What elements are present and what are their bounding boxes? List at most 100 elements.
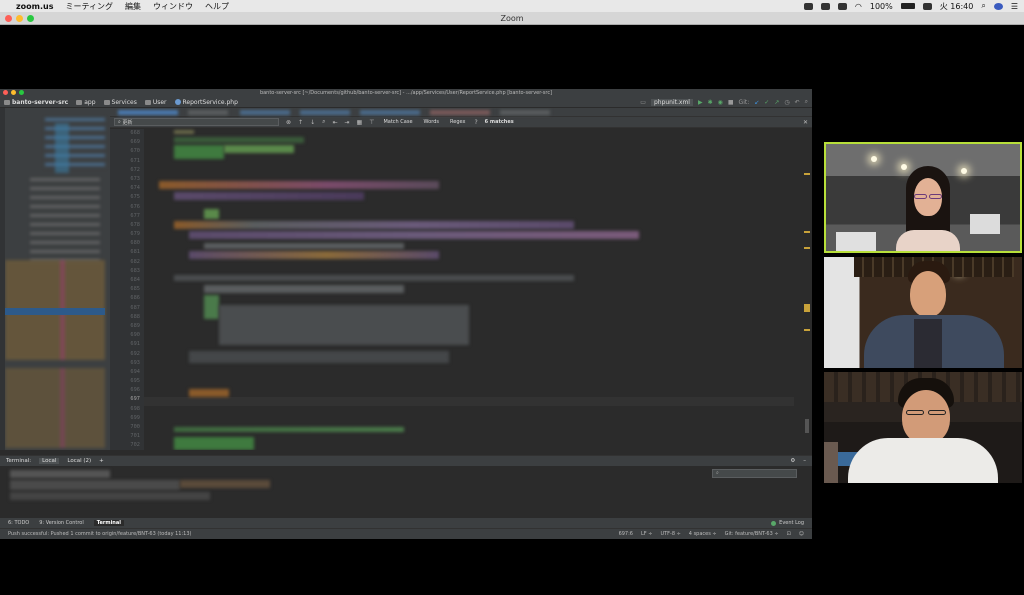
line-number[interactable]: 691 — [110, 340, 144, 349]
close-window-button[interactable] — [5, 15, 12, 22]
line-number[interactable]: 670 — [110, 147, 144, 156]
layout-icon[interactable]: ▭ — [640, 99, 646, 106]
left-tool-stripe[interactable] — [0, 108, 5, 450]
line-number[interactable]: 672 — [110, 166, 144, 175]
line-number[interactable]: 702 — [110, 441, 144, 450]
filter-icon[interactable]: ⊤ — [369, 119, 374, 126]
terminal-hide-icon[interactable]: – — [803, 458, 806, 464]
caret-position[interactable]: 697:6 — [619, 531, 633, 537]
git-push-icon[interactable]: ↗ — [774, 99, 779, 106]
git-rollback-icon[interactable]: ↶ — [795, 99, 800, 106]
line-number[interactable]: 684 — [110, 276, 144, 285]
wifi-icon[interactable]: ◠ — [855, 2, 862, 11]
find-all-icon[interactable]: ⌕ — [322, 118, 325, 126]
breadcrumb-services[interactable]: Services — [103, 99, 137, 106]
stop-icon[interactable]: ■ — [728, 99, 734, 106]
editor-tab[interactable] — [360, 110, 420, 115]
menu-meeting[interactable]: ミーティング — [65, 1, 113, 12]
error-stripe-mark[interactable] — [804, 304, 810, 312]
debug-icon[interactable]: ✱ — [708, 99, 713, 106]
error-stripe-mark[interactable] — [804, 329, 810, 331]
ide-close-button[interactable] — [3, 90, 8, 95]
todo-tool-button[interactable]: 6: TODO — [8, 520, 29, 526]
line-number[interactable]: 678 — [110, 221, 144, 230]
editor-tab[interactable] — [430, 110, 490, 115]
line-number[interactable]: 695 — [110, 377, 144, 386]
line-number[interactable]: 693 — [110, 359, 144, 368]
breadcrumb-file[interactable]: ReportService.php — [174, 99, 238, 106]
menu-window[interactable]: ウィンドウ — [153, 1, 193, 12]
regex-help-icon[interactable]: ? — [474, 119, 477, 126]
terminal-panel[interactable]: Terminal: Local Local (2) + ⚙ – ⌕ — [0, 455, 812, 516]
breadcrumb-project[interactable]: banto-server-src — [4, 99, 68, 106]
next-occurrence-icon[interactable]: ↓ — [310, 119, 315, 126]
editor-tab-bar[interactable] — [110, 108, 812, 117]
terminal-tab-local-2[interactable]: Local (2) — [67, 458, 91, 464]
clear-search-icon[interactable]: ⊗ — [286, 119, 291, 126]
match-case-checkbox[interactable]: Match Case — [381, 119, 414, 125]
line-number[interactable]: 688 — [110, 313, 144, 322]
terminal-settings-icon[interactable]: ⚙ — [790, 458, 795, 464]
menubar-clock[interactable]: 火 16:40 — [940, 1, 974, 12]
ide-zoom-button[interactable] — [19, 90, 24, 95]
line-number[interactable]: 689 — [110, 322, 144, 331]
error-stripe-mark[interactable] — [804, 247, 810, 249]
git-branch-widget[interactable]: Git: feature/BNT-63 ÷ — [725, 531, 779, 537]
menu-edit[interactable]: 編集 — [125, 1, 141, 12]
menu-help[interactable]: ヘルプ — [205, 1, 229, 12]
breadcrumb-app[interactable]: app — [76, 99, 96, 106]
status-message[interactable]: Push successful: Pushed 1 commit to orig… — [8, 531, 191, 537]
video-tile-participant-3[interactable] — [824, 372, 1022, 483]
line-number[interactable]: 671 — [110, 157, 144, 166]
find-input[interactable]: ⌕ 更新 — [114, 118, 279, 126]
editor-scrollbar-thumb[interactable] — [805, 419, 809, 433]
error-stripe-mark[interactable] — [804, 173, 810, 175]
line-number[interactable]: 685 — [110, 285, 144, 294]
git-history-icon[interactable]: ◷ — [784, 99, 789, 106]
run-icon[interactable]: ▶ — [698, 99, 703, 106]
line-number[interactable]: 680 — [110, 239, 144, 248]
editor-tab[interactable] — [188, 110, 228, 115]
breadcrumb-user[interactable]: User — [144, 99, 167, 106]
code-editor[interactable]: ⌕ 更新 ⊗ ↑ ↓ ⌕ ⇤ ⇥ ▦ ⊤ Match Case Words Re… — [110, 108, 812, 450]
input-method-icon[interactable] — [922, 2, 932, 10]
line-number[interactable]: 697 — [110, 395, 144, 404]
encoding-widget[interactable]: UTF-8 ÷ — [660, 531, 680, 537]
add-occurrence-icon[interactable]: ⇤ — [332, 119, 337, 126]
lock-icon[interactable]: ⊡ — [787, 531, 791, 537]
terminal-tab-local[interactable]: Local — [39, 458, 60, 464]
line-number[interactable]: 701 — [110, 432, 144, 441]
code-content[interactable] — [144, 129, 794, 450]
video-tile-participant-2[interactable] — [824, 257, 1022, 368]
select-all-occurrences-icon[interactable]: ▦ — [357, 119, 363, 126]
close-find-icon[interactable]: ✕ — [803, 119, 808, 126]
line-number[interactable]: 679 — [110, 230, 144, 239]
cloud-icon[interactable] — [803, 2, 813, 10]
line-number[interactable]: 673 — [110, 175, 144, 184]
line-number[interactable]: 676 — [110, 203, 144, 212]
line-number[interactable]: 668 — [110, 129, 144, 138]
git-update-icon[interactable]: ↙ — [754, 99, 759, 106]
line-number[interactable]: 674 — [110, 184, 144, 193]
run-config-select[interactable]: phpunit.xml — [650, 98, 693, 106]
notification-center-icon[interactable]: ☰ — [1011, 2, 1018, 11]
line-number[interactable]: 669 — [110, 138, 144, 147]
inspector-icon[interactable]: ☺ — [799, 531, 804, 537]
zoom-window-button[interactable] — [27, 15, 34, 22]
terminal-search-input[interactable]: ⌕ — [712, 469, 797, 478]
coverage-icon[interactable]: ◉ — [718, 99, 723, 106]
editor-tab[interactable] — [500, 110, 550, 115]
project-tree-panel[interactable] — [0, 108, 110, 450]
line-number[interactable]: 681 — [110, 248, 144, 257]
regex-checkbox[interactable]: Regex — [448, 119, 467, 125]
minimize-window-button[interactable] — [16, 15, 23, 22]
coffee-icon[interactable] — [820, 2, 830, 10]
version-control-tool-button[interactable]: 9: Version Control — [39, 520, 84, 526]
previous-occurrence-icon[interactable]: ↑ — [298, 119, 303, 126]
line-number[interactable]: 696 — [110, 386, 144, 395]
editor-error-stripe[interactable] — [802, 129, 812, 450]
line-number[interactable]: 698 — [110, 405, 144, 414]
indent-widget[interactable]: 4 spaces ÷ — [689, 531, 717, 537]
spotlight-search-icon[interactable]: ⌕ — [981, 1, 985, 11]
git-commit-icon[interactable]: ✓ — [764, 99, 769, 106]
